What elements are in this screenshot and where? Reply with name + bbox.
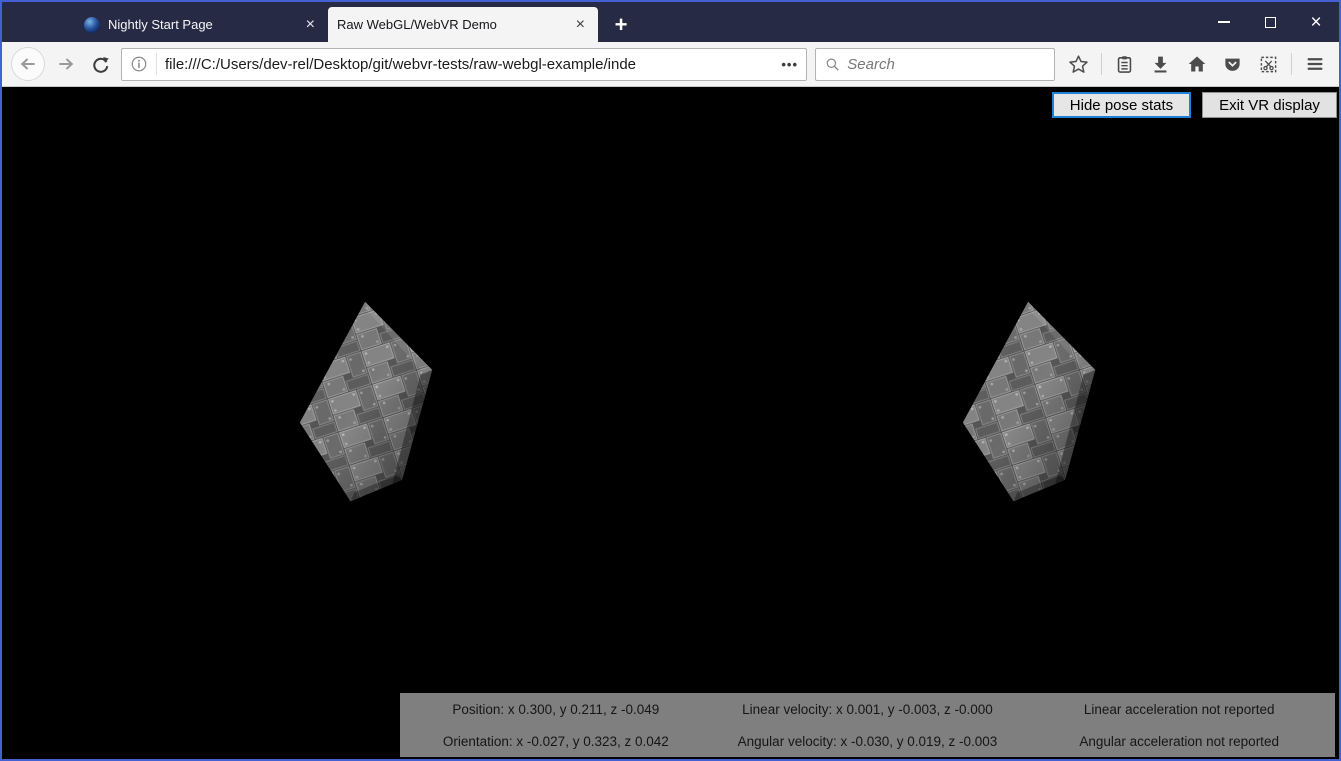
pocket-button[interactable] — [1217, 49, 1248, 80]
star-icon — [1068, 54, 1089, 75]
toolbar-separator — [1291, 53, 1292, 75]
pose-orientation: Orientation: x -0.027, y 0.323, z 0.042 — [443, 734, 669, 749]
tab-nightly-start-page[interactable]: Nightly Start Page × — [75, 7, 328, 42]
home-button[interactable] — [1181, 49, 1212, 80]
page-actions-button[interactable]: ••• — [781, 57, 798, 72]
menu-button[interactable] — [1299, 49, 1330, 80]
pose-angular-acceleration: Angular acceleration not reported — [1079, 734, 1279, 749]
browser-window: Nightly Start Page × Raw WebGL/WebVR Dem… — [0, 0, 1341, 761]
pose-position: Position: x 0.300, y 0.211, z -0.049 — [452, 702, 659, 717]
right-eye-cube-render — [958, 296, 1104, 508]
clipboard-icon — [1115, 55, 1134, 74]
download-arrow-icon — [1151, 55, 1170, 74]
tab-raw-webgl-webvr-demo[interactable]: Raw WebGL/WebVR Demo × — [328, 7, 598, 42]
tab-close-icon[interactable]: × — [303, 17, 318, 33]
left-eye-cube-render — [295, 296, 441, 508]
search-input[interactable] — [847, 56, 1045, 73]
identity-separator — [156, 53, 157, 75]
navigation-toolbar: file:///C:/Users/dev-rel/Desktop/git/web… — [2, 42, 1339, 87]
pocket-icon — [1223, 55, 1242, 74]
pose-linear-velocity: Linear velocity: x 0.001, y -0.003, z -0… — [742, 702, 993, 717]
search-bar[interactable] — [815, 48, 1055, 81]
screenshot-scissors-icon — [1259, 55, 1278, 74]
reading-list-button[interactable] — [1109, 49, 1140, 80]
maximize-button[interactable] — [1247, 2, 1293, 42]
pose-angular-velocity: Angular velocity: x -0.030, y 0.019, z -… — [738, 734, 998, 749]
toolbar-separator — [1101, 53, 1102, 75]
tab-title: Raw WebGL/WebVR Demo — [337, 17, 565, 32]
screenshot-button[interactable] — [1253, 49, 1284, 80]
forward-arrow-icon — [56, 54, 76, 74]
back-button[interactable] — [11, 47, 45, 81]
tab-bar: Nightly Start Page × Raw WebGL/WebVR Dem… — [2, 2, 1339, 42]
tab-title: Nightly Start Page — [108, 17, 295, 32]
tab-close-icon[interactable]: × — [573, 17, 588, 33]
url-text[interactable]: file:///C:/Users/dev-rel/Desktop/git/web… — [165, 56, 773, 73]
back-arrow-icon — [18, 54, 38, 74]
exit-vr-display-button[interactable]: Exit VR display — [1202, 92, 1337, 118]
page-info-icon[interactable] — [130, 55, 148, 73]
nightly-globe-icon — [84, 17, 100, 33]
downloads-button[interactable] — [1145, 49, 1176, 80]
url-bar[interactable]: file:///C:/Users/dev-rel/Desktop/git/web… — [121, 48, 807, 81]
home-icon — [1187, 54, 1207, 74]
forward-button[interactable] — [53, 51, 79, 77]
minimize-icon — [1218, 21, 1230, 23]
new-tab-button[interactable]: + — [604, 7, 638, 42]
minimize-button[interactable] — [1201, 2, 1247, 42]
hamburger-icon — [1305, 54, 1325, 74]
toolbar-icon-row — [1063, 49, 1330, 80]
webvr-canvas-viewport: Hide pose stats Exit VR display Position… — [2, 87, 1339, 759]
close-window-button[interactable]: × — [1293, 2, 1339, 42]
reload-icon — [91, 55, 110, 74]
hide-pose-stats-button[interactable]: Hide pose stats — [1052, 92, 1191, 118]
pose-stats-panel: Position: x 0.300, y 0.211, z -0.049 Lin… — [400, 693, 1335, 757]
bookmark-star-button[interactable] — [1063, 49, 1094, 80]
maximize-icon — [1265, 17, 1276, 28]
window-controls: × — [1201, 2, 1339, 42]
reload-button[interactable] — [87, 51, 113, 77]
search-icon — [825, 56, 840, 73]
titlebar-drag-space — [2, 2, 75, 42]
pose-linear-acceleration: Linear acceleration not reported — [1084, 702, 1275, 717]
